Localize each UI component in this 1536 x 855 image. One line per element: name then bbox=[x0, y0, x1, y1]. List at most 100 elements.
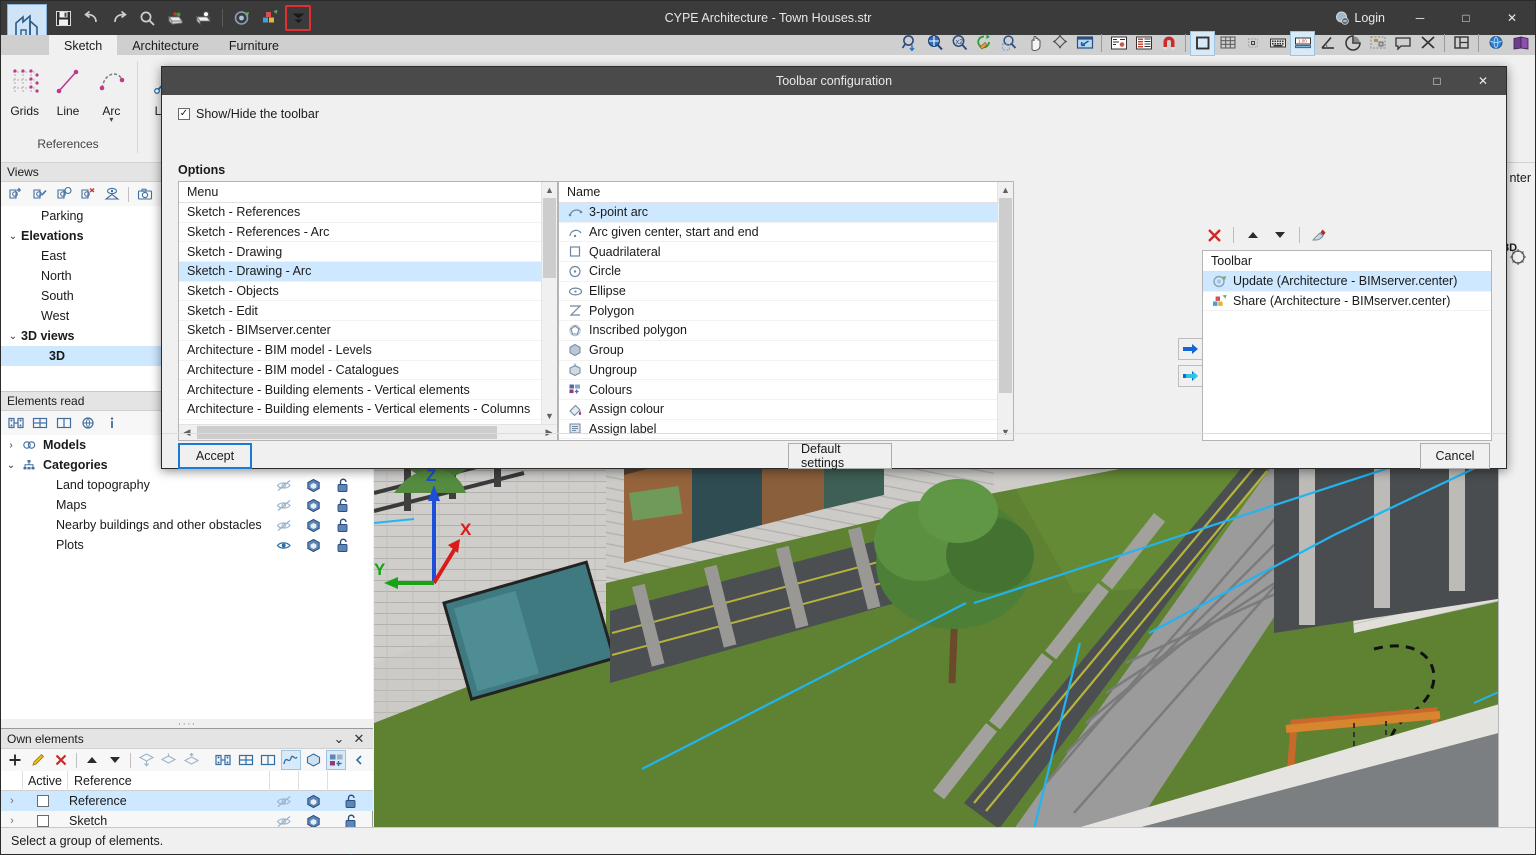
cube-icon[interactable] bbox=[299, 518, 328, 533]
scroll-down-icon[interactable]: ▼ bbox=[542, 408, 557, 424]
move-up-icon[interactable] bbox=[82, 750, 103, 770]
list-item[interactable]: Quadrilateral bbox=[559, 242, 1013, 263]
print-icon[interactable] bbox=[162, 5, 188, 31]
chevron-right-icon[interactable]: › bbox=[1, 795, 23, 807]
ribbon-item-grids[interactable]: Grids bbox=[3, 57, 46, 118]
edit-pencil-icon[interactable] bbox=[28, 750, 49, 770]
keyboard-entry-icon[interactable] bbox=[1265, 31, 1290, 56]
add-all-arrow-icon[interactable] bbox=[1178, 365, 1204, 387]
list-item[interactable]: Sketch - BIMserver.center bbox=[179, 321, 557, 341]
add-view-icon[interactable] bbox=[5, 184, 27, 204]
unlock-icon[interactable] bbox=[328, 518, 357, 533]
tree-item-south[interactable]: South bbox=[1, 286, 186, 306]
elements-row-land-topography[interactable]: Land topography bbox=[1, 475, 373, 495]
ribbon-item-arc[interactable]: Arc ▾ bbox=[90, 57, 133, 124]
tree-item-east[interactable]: East bbox=[1, 246, 186, 266]
eye-hidden-icon[interactable] bbox=[270, 479, 299, 492]
split-vertical-icon[interactable] bbox=[53, 413, 75, 433]
manual-book-icon[interactable] bbox=[1508, 31, 1533, 56]
layer-hide-icon[interactable] bbox=[159, 750, 180, 770]
delete-view-icon[interactable] bbox=[77, 184, 99, 204]
active-checkbox[interactable] bbox=[23, 815, 63, 827]
dialog-maximize-button[interactable]: □ bbox=[1414, 67, 1460, 95]
name-listbox[interactable]: Name 3-point arc Arc given center, start… bbox=[558, 181, 1014, 441]
ribbon-item-line[interactable]: Line bbox=[46, 57, 89, 118]
unlock-icon[interactable] bbox=[328, 498, 357, 513]
print-preview-icon[interactable] bbox=[190, 5, 216, 31]
split-horizontal-icon[interactable] bbox=[29, 413, 51, 433]
split-vertical-icon[interactable] bbox=[258, 750, 279, 770]
list-item[interactable]: Colours bbox=[559, 380, 1013, 400]
eye-visible-icon[interactable] bbox=[270, 539, 299, 552]
zoom-redraw-icon[interactable] bbox=[972, 31, 997, 56]
globe-help-icon[interactable] bbox=[1483, 31, 1508, 56]
undo-icon[interactable] bbox=[78, 5, 104, 31]
list-item[interactable]: Architecture - BIM model - Levels bbox=[179, 341, 557, 361]
save-icon[interactable] bbox=[50, 5, 76, 31]
list-item[interactable]: Group bbox=[559, 341, 1013, 361]
elements-row-plots[interactable]: Plots bbox=[1, 535, 373, 555]
rename-icon[interactable] bbox=[1307, 223, 1331, 247]
list-item[interactable]: Sketch - Objects bbox=[179, 282, 557, 302]
layers-icon[interactable] bbox=[1131, 31, 1156, 56]
add-icon[interactable] bbox=[5, 750, 26, 770]
eye-hidden-icon[interactable] bbox=[270, 815, 299, 828]
list-item[interactable]: Ungroup bbox=[559, 361, 1013, 381]
eye-hidden-icon[interactable] bbox=[270, 519, 299, 532]
list-item[interactable]: Sketch - Drawing bbox=[179, 242, 557, 263]
menu-list-vertical-scrollbar[interactable]: ▲ ▼ bbox=[541, 182, 557, 424]
list-item[interactable]: Sketch - References bbox=[179, 203, 557, 223]
list-item[interactable]: Assign colour bbox=[559, 400, 1013, 420]
collapse-icon[interactable]: ⌄ bbox=[329, 731, 349, 747]
list-item[interactable]: Architecture - Building elements - Verti… bbox=[179, 380, 557, 400]
table-row[interactable]: › Reference bbox=[1, 791, 373, 811]
chevron-down-icon[interactable]: ⌄ bbox=[3, 460, 19, 471]
menu-list-horizontal-scrollbar[interactable]: ◀ ▶ bbox=[179, 424, 557, 440]
list-item[interactable]: Polygon bbox=[559, 301, 1013, 322]
active-checkbox[interactable] bbox=[23, 795, 63, 807]
name-list-vertical-scrollbar[interactable]: ▲ ▼ bbox=[997, 182, 1013, 440]
move-down-icon[interactable] bbox=[1268, 223, 1292, 247]
menu-listbox[interactable]: Menu Sketch - References Sketch - Refere… bbox=[178, 181, 558, 441]
split-horizontal-icon[interactable] bbox=[235, 750, 256, 770]
overflow-icon[interactable] bbox=[348, 750, 369, 770]
search-icon[interactable] bbox=[134, 5, 160, 31]
tab-architecture[interactable]: Architecture bbox=[117, 35, 214, 55]
default-settings-button[interactable]: Default settings bbox=[788, 442, 892, 470]
pan-icon[interactable] bbox=[1022, 31, 1047, 56]
globe-model-icon[interactable] bbox=[77, 413, 99, 433]
tree-item-3d[interactable]: 3D bbox=[1, 346, 186, 366]
eye-hidden-icon[interactable] bbox=[270, 795, 299, 808]
orbit-icon[interactable] bbox=[1047, 31, 1072, 56]
list-item[interactable]: Ellipse bbox=[559, 282, 1013, 302]
list-item[interactable]: Sketch - Edit bbox=[179, 301, 557, 322]
unlock-icon[interactable] bbox=[328, 478, 357, 493]
delete-icon[interactable] bbox=[50, 750, 71, 770]
drawing-sheets-icon[interactable] bbox=[1106, 31, 1131, 56]
bimserver-update-icon[interactable] bbox=[229, 5, 255, 31]
scroll-up-icon[interactable]: ▲ bbox=[998, 182, 1013, 198]
snap-magnet-icon[interactable] bbox=[1156, 31, 1181, 56]
tree-item-west[interactable]: West bbox=[1, 306, 186, 326]
add-one-arrow-icon[interactable] bbox=[1178, 338, 1204, 360]
object-snap-icon[interactable] bbox=[1240, 31, 1265, 56]
list-item[interactable]: Share (Architecture - BIMserver.center) bbox=[1203, 292, 1491, 312]
layer-stack-icon[interactable] bbox=[136, 750, 157, 770]
list-item[interactable]: Circle bbox=[559, 262, 1013, 282]
cube-icon[interactable] bbox=[299, 538, 328, 553]
chevron-down-icon[interactable]: ▾ bbox=[109, 116, 113, 124]
zoom-x2-icon[interactable]: x2 bbox=[947, 31, 972, 56]
intersect-icon[interactable] bbox=[1415, 31, 1440, 56]
grid-icon[interactable] bbox=[1215, 31, 1240, 56]
chevron-right-icon[interactable]: › bbox=[3, 440, 19, 451]
list-item[interactable]: Architecture - BIM model - Catalogues bbox=[179, 361, 557, 381]
dialog-close-button[interactable]: ✕ bbox=[1460, 67, 1506, 95]
scroll-thumb[interactable] bbox=[543, 198, 556, 278]
zoom-previous-icon[interactable] bbox=[997, 31, 1022, 56]
cancel-button[interactable]: Cancel bbox=[1420, 443, 1490, 469]
zoom-window-icon[interactable] bbox=[897, 31, 922, 56]
move-up-icon[interactable] bbox=[1241, 223, 1265, 247]
cube-icon[interactable] bbox=[299, 478, 328, 493]
show-hide-toolbar-checkbox[interactable]: ✓ Show/Hide the toolbar bbox=[178, 107, 319, 121]
pie-icon[interactable] bbox=[1340, 31, 1365, 56]
